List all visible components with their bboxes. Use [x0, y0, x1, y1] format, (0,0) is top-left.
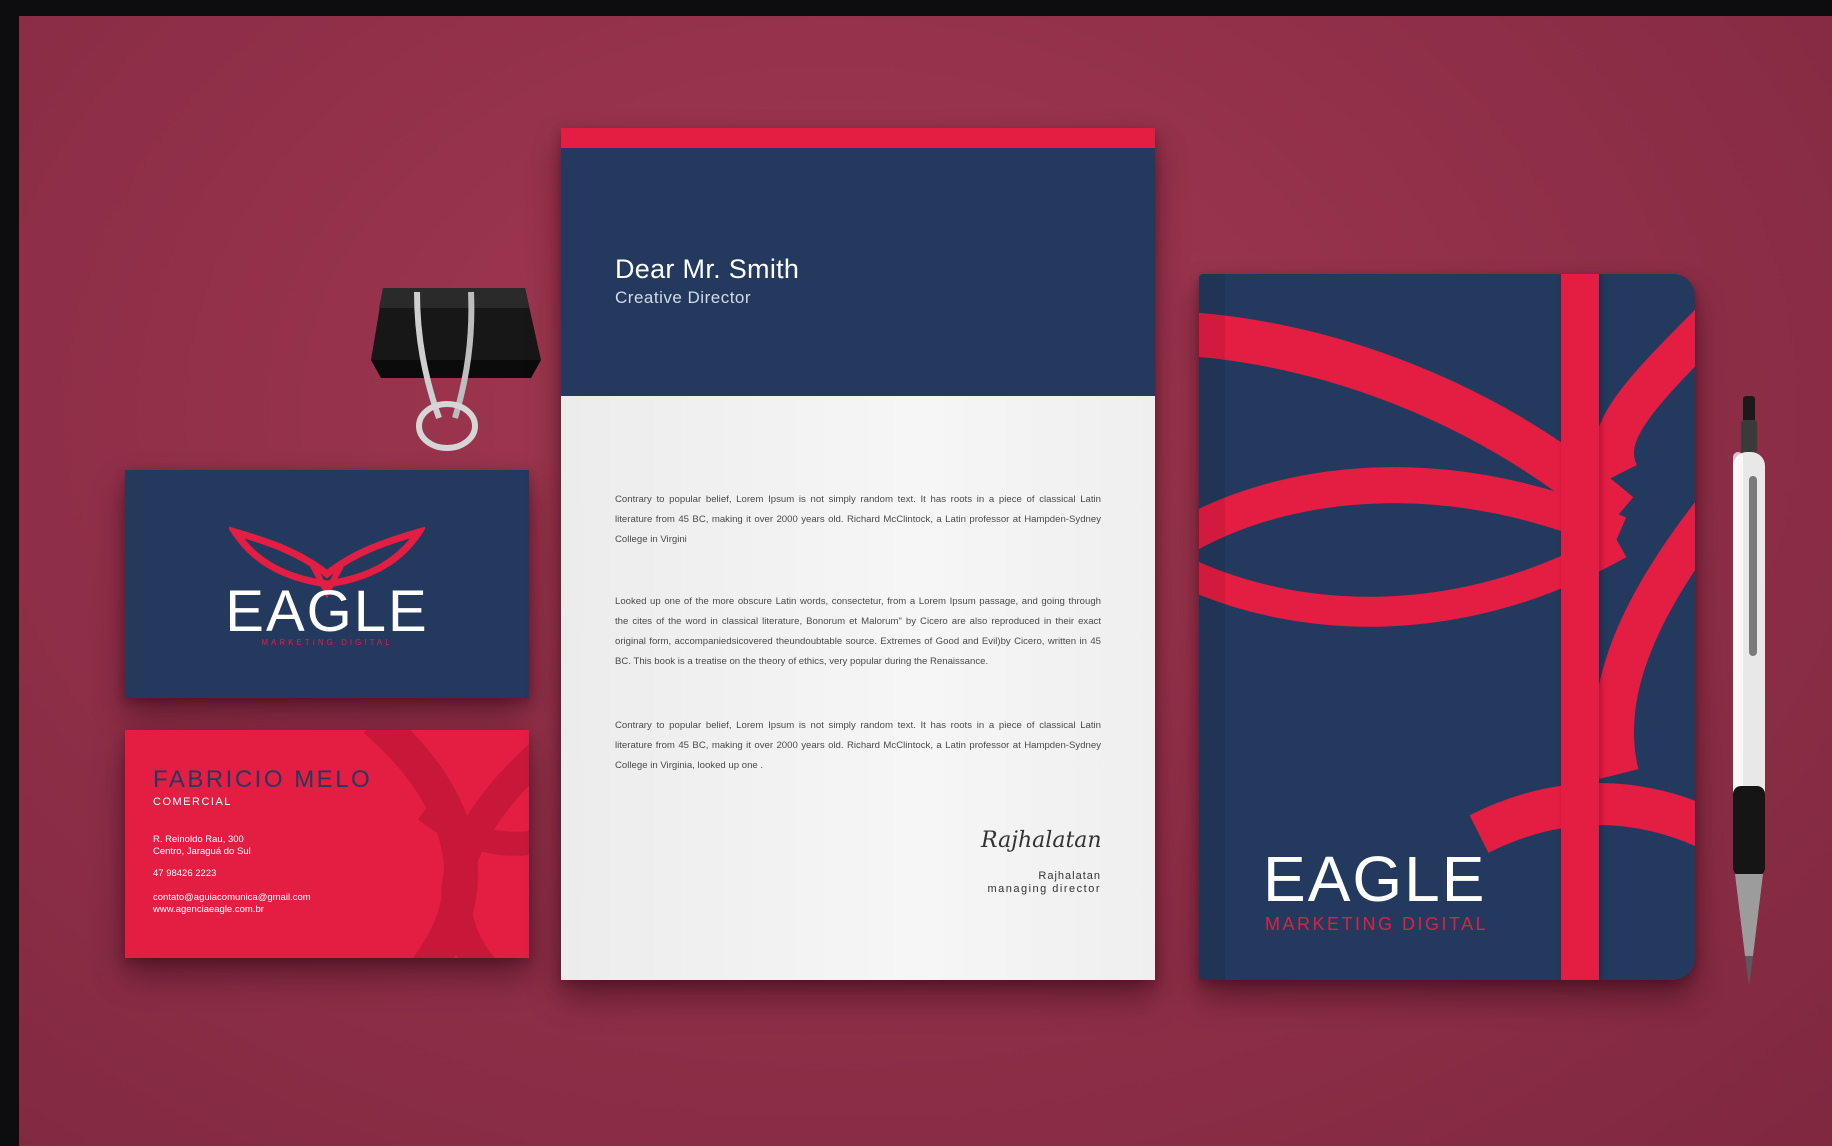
binder-clip-icon [371, 288, 541, 451]
letter-signature: Rajhalatan [981, 828, 1102, 853]
stationery-mockup-scene: EAGLE MARKETING DIGITAL FABRICIO MELO CO… [19, 16, 1832, 1146]
notebook-logo-word: EAGLE [1263, 843, 1487, 915]
notebook-spine [1199, 274, 1225, 980]
letter-recipient-role: Creative Director [615, 288, 752, 307]
pen-icon [1733, 396, 1765, 986]
card-email: contato@aguiacomunica@gmail.com [153, 892, 311, 903]
letter-signer-role: managing director [987, 883, 1101, 895]
card-logo-word: EAGLE [225, 579, 429, 644]
business-card-back: FABRICIO MELO COMERCIAL R. Reinoldo Rau,… [125, 730, 529, 958]
letterhead-top-stripe [561, 128, 1155, 148]
card-address-line2: Centro, Jaraguá do Sul [153, 846, 251, 857]
letter-paragraph-2: Looked up one of the more obscure Latin … [615, 596, 1101, 667]
letter-recipient: Dear Mr. Smith [615, 254, 800, 284]
letter-paragraph-3: Contrary to popular belief, Lorem Ipsum … [615, 720, 1101, 771]
card-logo-tagline: MARKETING DIGITAL [261, 638, 393, 647]
letter-signer-name: Rajhalatan [1038, 870, 1101, 882]
letter-paragraph-1: Contrary to popular belief, Lorem Ipsum … [615, 494, 1101, 545]
card-phone: 47 98426 2223 [153, 868, 217, 879]
card-person-name: FABRICIO MELO [153, 766, 373, 793]
business-card-front: EAGLE MARKETING DIGITAL [125, 470, 529, 698]
notebook: EAGLE MARKETING DIGITAL [1199, 274, 1695, 980]
notebook-logo-tagline: MARKETING DIGITAL [1265, 914, 1489, 934]
notebook-elastic-band [1561, 274, 1599, 980]
letterhead-sheet: Dear Mr. Smith Creative Director Contrar… [561, 128, 1155, 980]
card-address-line1: R. Reinoldo Rau, 300 [153, 834, 244, 845]
card-website: www.agenciaeagle.com.br [153, 904, 264, 915]
card-person-role: COMERCIAL [153, 796, 232, 808]
